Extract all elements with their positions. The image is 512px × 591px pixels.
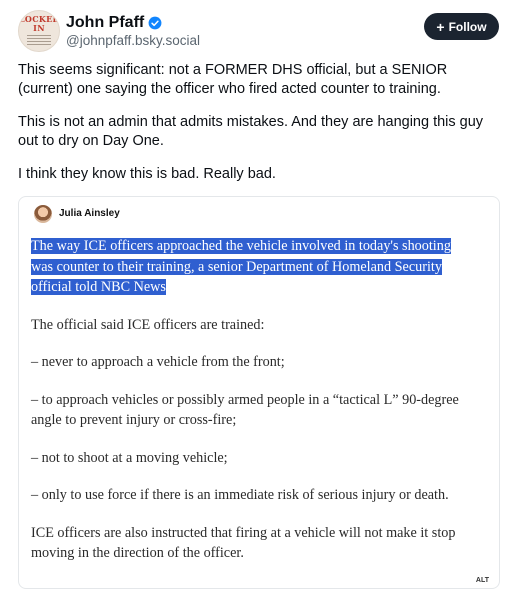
author-avatar[interactable]: LOCKED IN xyxy=(18,10,60,52)
author-handle[interactable]: @johnpfaff.bsky.social xyxy=(66,33,200,48)
article-paragraph: – never to approach a vehicle from the f… xyxy=(31,354,285,370)
follow-button-label: Follow xyxy=(448,19,487,34)
article-paragraph: – not to shoot at a moving vehicle; xyxy=(31,449,228,466)
post-paragraph: This seems significant: not a FORMER DHS… xyxy=(18,62,448,97)
article-paragraph: The official said ICE officers are train… xyxy=(31,316,265,333)
avatar-logo-text: LOCKED IN xyxy=(19,14,60,33)
post-paragraph: This is not an admin that admits mistake… xyxy=(18,114,484,149)
embed-article-text: The way ICE officers approached the vehi… xyxy=(31,236,471,581)
post-paragraph: I think they know this is bad. Really ba… xyxy=(18,166,276,182)
article-paragraph: – only to use force if there is an immed… xyxy=(31,487,449,503)
article-paragraph: – to approach vehicles or possibly armed… xyxy=(31,391,459,429)
article-paragraph: ICE officers are also instructed that fi… xyxy=(31,524,456,562)
author-display-name[interactable]: John Pfaff xyxy=(66,14,144,32)
avatar-decoration xyxy=(27,35,51,45)
post: LOCKED IN John Pfaff @johnpfaff.bsky.soci… xyxy=(0,0,512,591)
alt-badge[interactable]: ALT xyxy=(473,576,491,585)
name-row: John Pfaff xyxy=(66,13,162,33)
plus-icon: + xyxy=(436,18,445,35)
embed-author-avatar xyxy=(34,205,52,223)
verified-badge-icon xyxy=(148,16,162,30)
embed-author-name: Julia Ainsley xyxy=(59,208,120,219)
highlighted-text: The way ICE officers approached the vehi… xyxy=(31,238,451,295)
post-text: This seems significant: not a FORMER DHS… xyxy=(18,61,498,198)
embedded-image[interactable]: Julia Ainsley The way ICE officers appro… xyxy=(18,196,500,589)
follow-button[interactable]: + Follow xyxy=(424,13,499,40)
